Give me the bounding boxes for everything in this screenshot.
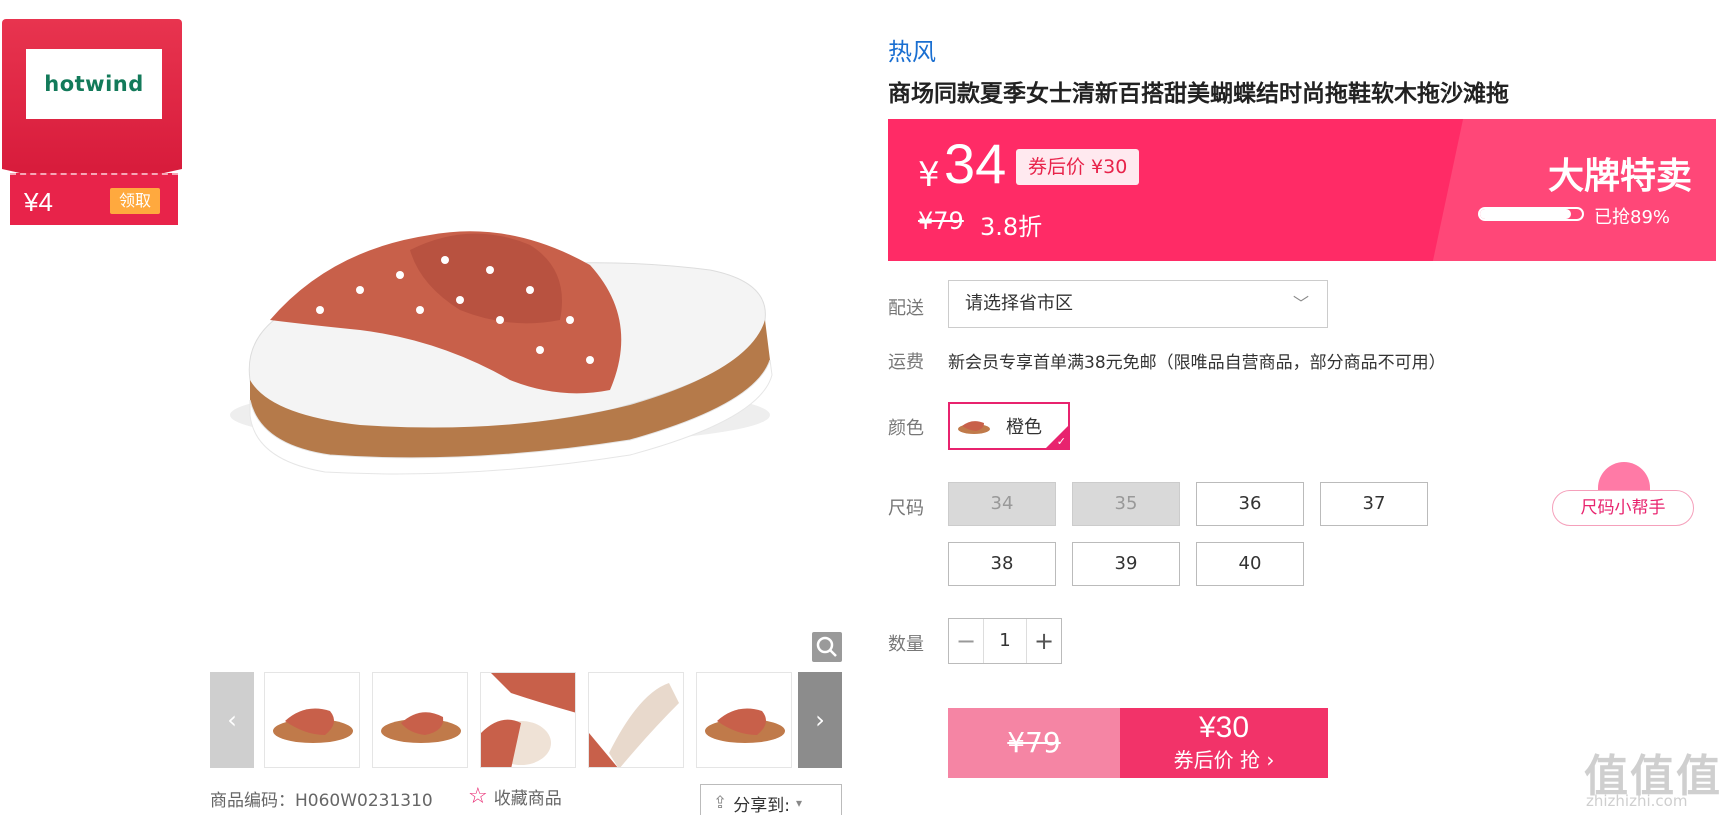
coupon-header: hotwind — [2, 19, 182, 189]
color-option-label: 橙色 — [1006, 417, 1042, 438]
quantity-stepper: − 1 + — [948, 618, 1062, 664]
brand-link[interactable]: 热风 — [888, 32, 936, 67]
thumbnail-prev-button[interactable]: ‹ — [210, 672, 254, 768]
sold-percentage: 已抢89% — [1594, 207, 1671, 228]
delivery-label: 配送 — [888, 298, 924, 319]
thumbnail-1[interactable] — [264, 672, 360, 768]
color-thumbnail — [958, 421, 990, 434]
thumbnail-5[interactable] — [696, 672, 792, 768]
promo-tag: 大牌特卖 — [1548, 156, 1693, 197]
quantity-plus-button[interactable]: + — [1027, 619, 1061, 663]
coupon-amount: ¥4 — [24, 187, 53, 217]
size-helper-button[interactable]: 尺码小帮手 — [1552, 490, 1694, 526]
shipping-info: 新会员专享首单满38元免邮（限唯品自营商品，部分商品不可用） — [948, 353, 1446, 373]
brand-logo: hotwind — [26, 49, 162, 119]
product-main-image[interactable] — [210, 20, 842, 660]
store-coupon[interactable]: hotwind ¥4 领取 — [2, 19, 182, 226]
zoom-icon[interactable] — [812, 632, 842, 662]
buy-action-label: 券后价 抢 › — [1173, 748, 1275, 772]
coupon-footer: ¥4 领取 — [10, 173, 178, 225]
original-price: ¥79 — [918, 207, 964, 235]
quantity-input[interactable]: 1 — [983, 619, 1027, 663]
claim-coupon-button[interactable]: 领取 — [110, 188, 160, 214]
region-select-value: 请选择省市区 — [965, 293, 1073, 314]
thumbnail-3[interactable] — [480, 672, 576, 768]
buy-now-button[interactable]: ¥30 券后价 抢 › — [1120, 708, 1328, 778]
size-option-39[interactable]: 39 — [1072, 542, 1180, 586]
thumbnail-4[interactable] — [588, 672, 684, 768]
buy-original-price[interactable]: ¥79 — [948, 708, 1120, 778]
watermark-url: zhizhizhi.com — [1586, 792, 1688, 810]
sandal-image — [230, 231, 773, 475]
favorite-label: 收藏商品 — [493, 789, 562, 809]
size-option-40[interactable]: 40 — [1196, 542, 1304, 586]
thumbnail-next-button[interactable]: › — [798, 672, 842, 768]
sold-progress-bar — [1478, 207, 1584, 221]
thumbnail-strip: ‹ › — [210, 672, 842, 768]
size-label: 尺码 — [888, 498, 924, 519]
size-option-35[interactable]: 35 — [1072, 482, 1180, 526]
size-option-36[interactable]: 36 — [1196, 482, 1304, 526]
quantity-minus-button[interactable]: − — [949, 619, 983, 663]
price-banner: ¥ 34 券后价 ¥30 ¥79 3.8折 大牌特卖 已抢89% — [888, 119, 1716, 261]
color-label: 颜色 — [888, 418, 924, 439]
region-select[interactable]: 请选择省市区 ﹀ — [948, 280, 1328, 328]
discount-rate: 3.8折 — [980, 213, 1043, 241]
size-option-37[interactable]: 37 — [1320, 482, 1428, 526]
color-option-orange[interactable]: 橙色 ✓ — [948, 402, 1070, 450]
favorite-button[interactable]: ☆ 收藏商品 — [468, 784, 562, 809]
size-option-38[interactable]: 38 — [948, 542, 1056, 586]
price-currency: ¥ — [918, 155, 940, 195]
after-coupon-badge: 券后价 ¥30 — [1016, 149, 1140, 185]
product-sku: 商品编码：H060W0231310 — [210, 791, 433, 811]
buy-price: ¥30 — [1198, 711, 1250, 744]
quantity-label: 数量 — [888, 634, 924, 655]
share-label: 分享到: — [733, 795, 790, 815]
brand-logo-text: hotwind — [44, 72, 144, 96]
star-icon: ☆ — [468, 784, 488, 809]
size-option-34[interactable]: 34 — [948, 482, 1056, 526]
share-icon: ⇪ — [713, 793, 728, 813]
current-price: 34 — [944, 132, 1007, 195]
check-icon: ✓ — [1056, 435, 1066, 448]
chevron-down-icon: ﹀ — [1292, 294, 1309, 313]
shipping-label: 运费 — [888, 352, 924, 373]
chevron-down-icon: ▾ — [795, 796, 803, 810]
thumbnail-2[interactable] — [372, 672, 468, 768]
sold-progress-fill — [1480, 209, 1571, 219]
share-dropdown[interactable]: ⇪ 分享到: ▾ — [700, 784, 842, 815]
product-title: 商场同款夏季女士清新百搭甜美蝴蝶结时尚拖鞋软木拖沙滩拖 — [888, 81, 1509, 107]
